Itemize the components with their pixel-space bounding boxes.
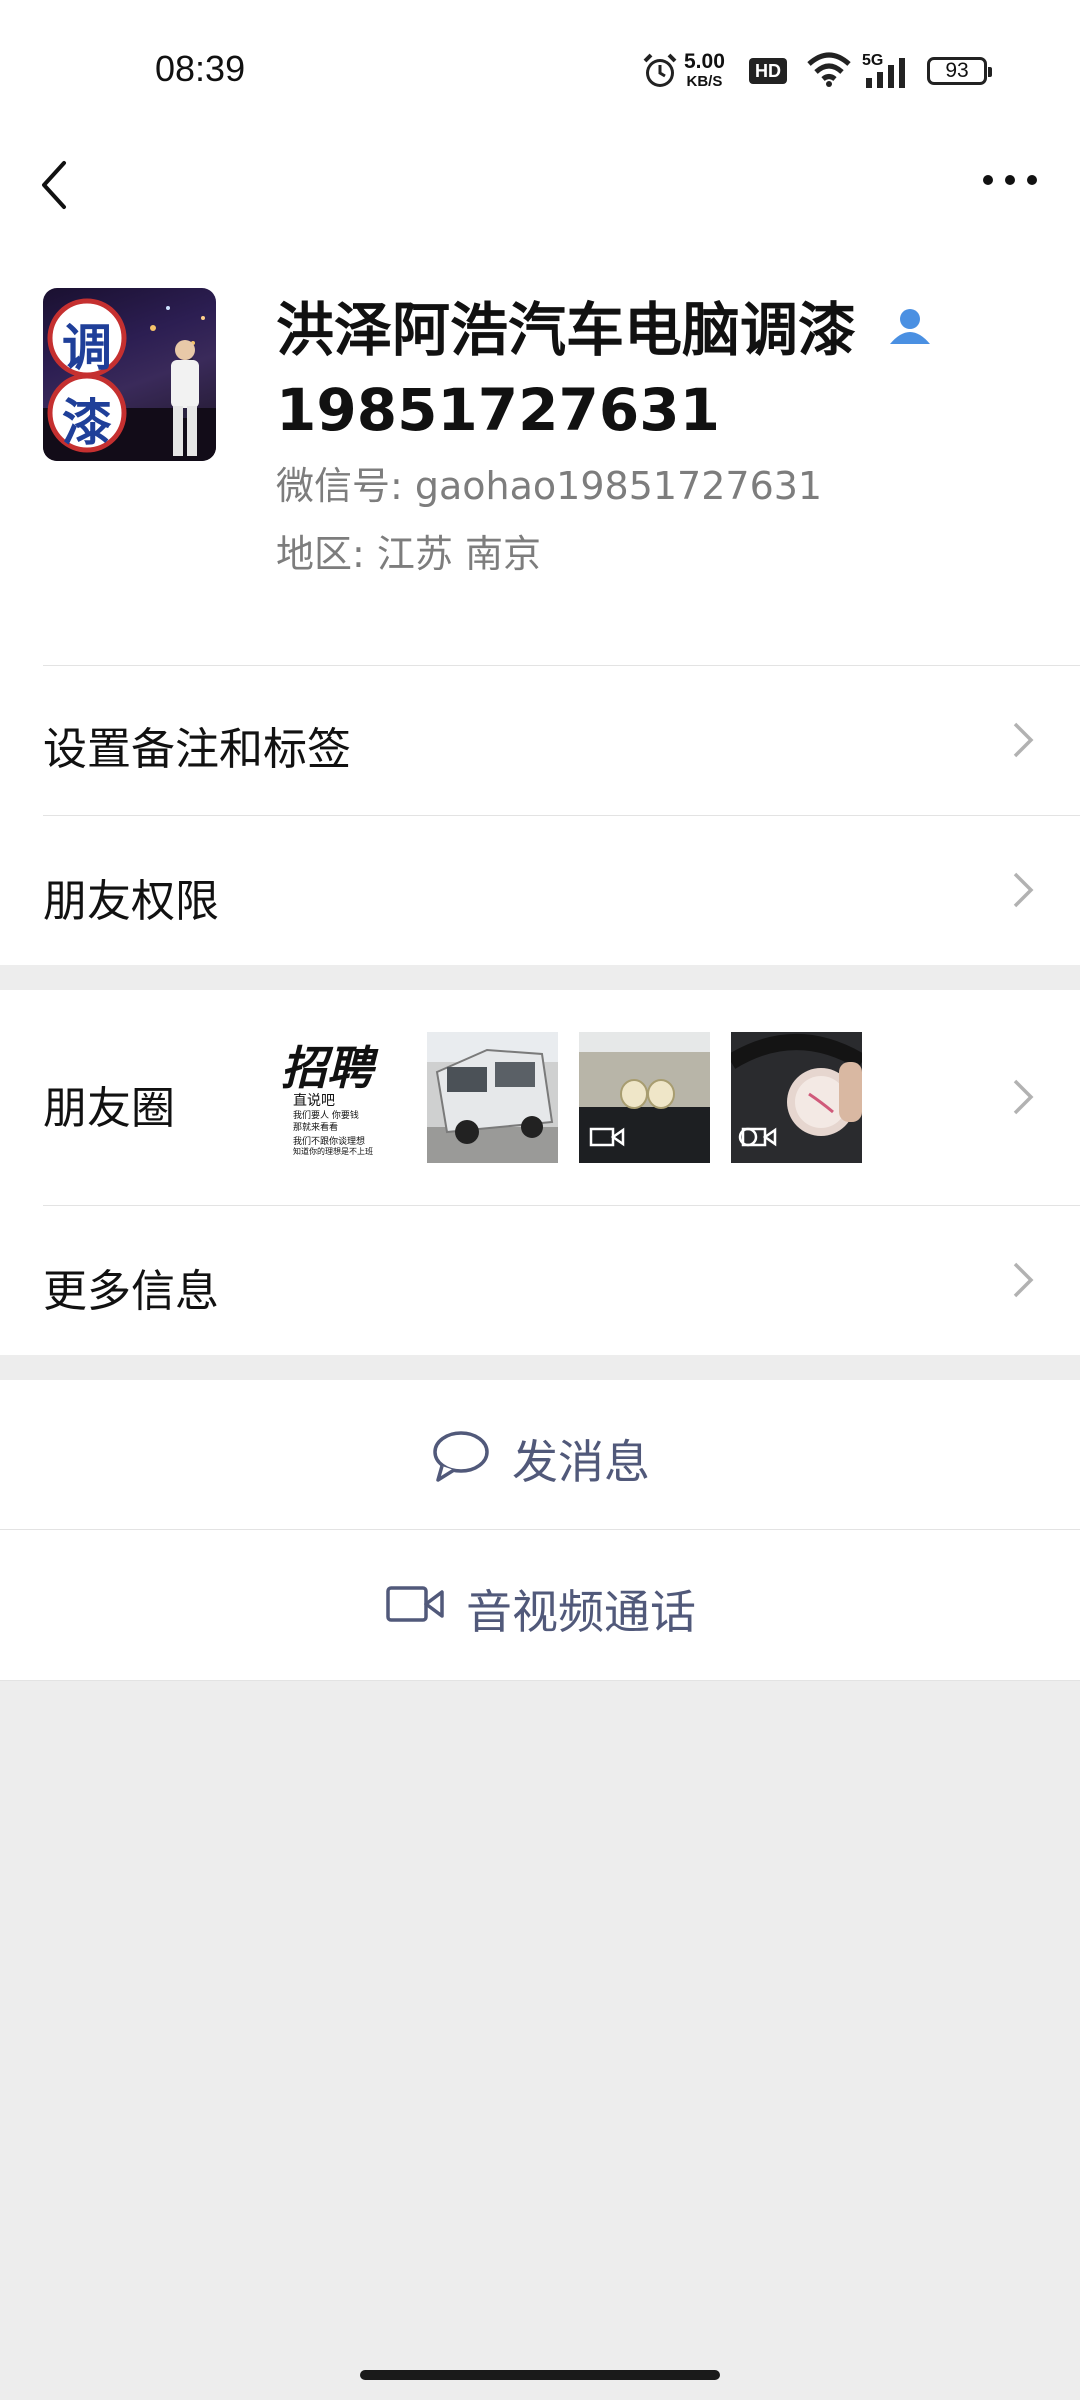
hd-badge-icon: HD (749, 58, 787, 84)
video-call-button[interactable]: 音视频通话 (0, 1530, 1080, 1680)
avatar[interactable]: 调 漆 (43, 288, 216, 461)
dashboard-photo (579, 1032, 710, 1163)
send-message-button[interactable]: 发消息 (0, 1380, 1080, 1530)
back-arrow-icon[interactable] (36, 155, 76, 215)
status-bar: 08:39 5.00 KB/S HD 5G 93 (0, 0, 1080, 140)
more-info-label: 更多信息 (43, 1266, 219, 1317)
moments-thumbnail[interactable] (731, 1032, 862, 1163)
chevron-right-icon (1013, 1262, 1034, 1298)
moments-thumbnail[interactable]: 招聘 直说吧 我们要人 你要钱 那就来看看 我们不跟你谈理想 知道你的理想是不上… (275, 1032, 406, 1163)
avatar-char-1: 调 (62, 319, 112, 377)
thumb-line5: 知道你的理想是不上班 (293, 1147, 373, 1156)
wifi-icon (807, 52, 851, 87)
chevron-right-icon (1013, 722, 1034, 758)
battery-indicator: 93 (927, 57, 992, 85)
thumb-line1: 直说吧 (293, 1093, 335, 1109)
net-speed: 5.00 KB/S (684, 50, 725, 92)
divider (43, 815, 1080, 816)
verified-person-icon (890, 309, 930, 344)
signal-icon (866, 58, 905, 88)
chevron-right-icon (1013, 872, 1034, 908)
divider (43, 1205, 1080, 1206)
region: 地区: 江苏 南京 (276, 532, 541, 576)
net-speed-value: 5.00 (684, 50, 725, 73)
chevron-right-icon (1013, 1079, 1034, 1115)
contact-name-text: 洪泽阿浩汽车电脑调漆19851727631 (276, 296, 857, 444)
more-info-row[interactable]: 更多信息 (0, 1205, 1080, 1355)
moments-label: 朋友圈 (43, 1083, 175, 1134)
send-message-label: 发消息 (512, 1435, 650, 1489)
moments-thumbnail[interactable] (427, 1032, 558, 1163)
wechat-id: 微信号: gaohao19851727631 (276, 464, 823, 508)
divider (43, 665, 1080, 666)
set-remark-row[interactable]: 设置备注和标签 (0, 665, 1080, 815)
alarm-icon (643, 53, 677, 87)
home-indicator[interactable] (360, 2370, 720, 2380)
divider (0, 1680, 1080, 1681)
more-options-icon[interactable] (980, 168, 1040, 192)
friend-permissions-row[interactable]: 朋友权限 (0, 815, 1080, 965)
steering-wheel-photo (731, 1032, 862, 1163)
video-camera-icon (386, 1586, 444, 1622)
moments-thumbnail[interactable] (579, 1032, 710, 1163)
video-call-label: 音视频通话 (466, 1585, 696, 1639)
avatar-char-2: 漆 (62, 394, 112, 452)
friend-permissions-label: 朋友权限 (43, 876, 219, 927)
van-photo (427, 1032, 558, 1163)
set-remark-label: 设置备注和标签 (43, 724, 351, 775)
chat-bubble-icon (433, 1431, 489, 1482)
status-time: 08:39 (155, 48, 246, 89)
thumb-title: 招聘 (281, 1041, 373, 1095)
net-speed-unit: KB/S (686, 73, 723, 90)
thumb-line3: 那就来看看 (293, 1123, 339, 1133)
nav-bar (0, 140, 1080, 280)
